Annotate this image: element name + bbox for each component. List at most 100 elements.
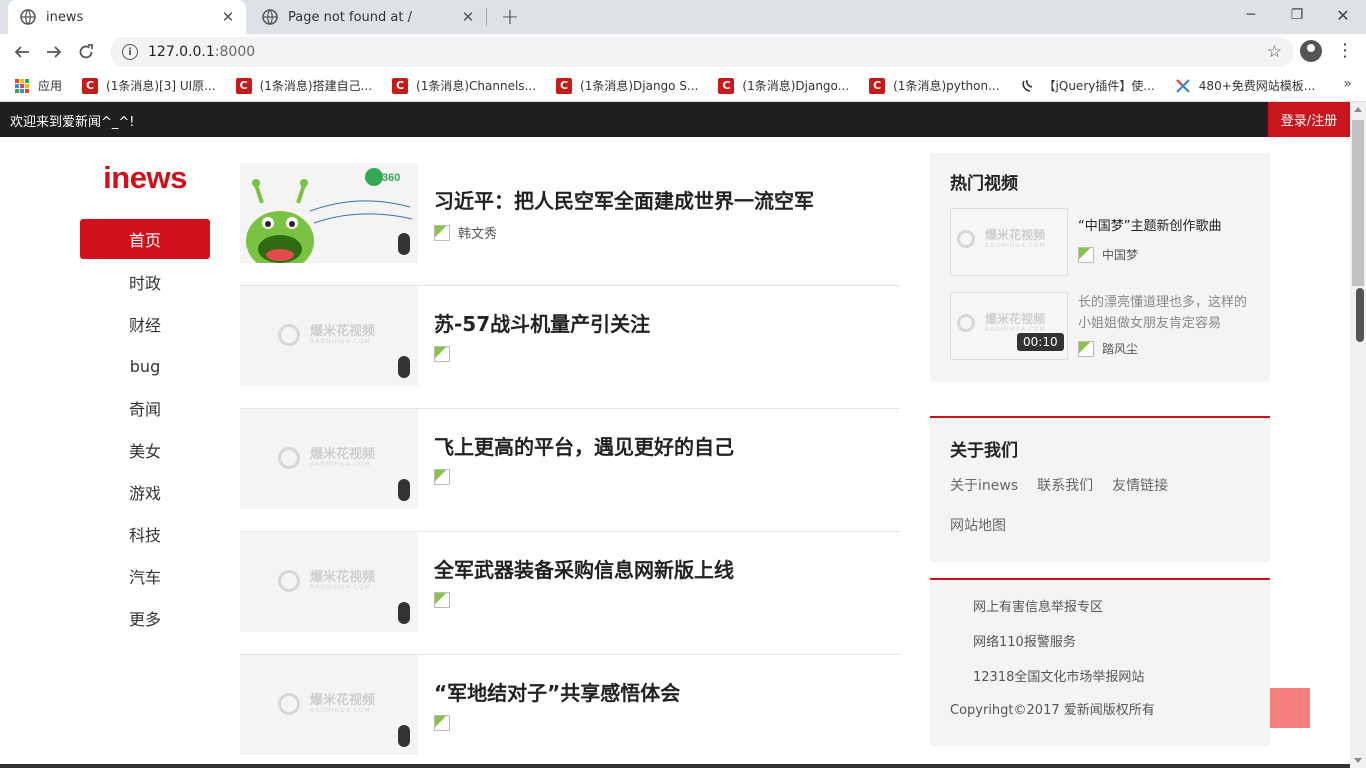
about-panel: 关于我们 关于inews 联系我们 友情链接 网站地图	[930, 416, 1270, 562]
csdn-icon: C	[235, 77, 252, 94]
nav-item-bug[interactable]: bug	[80, 345, 210, 387]
author-avatar	[434, 224, 450, 241]
news-title[interactable]: 苏-57战斗机量产引关注	[434, 308, 650, 337]
news-item[interactable]: 爆米花视频 BAOMIHUA.COM “军地结对子”共享感悟体会	[240, 655, 900, 778]
nav-item-more[interactable]: 更多	[80, 597, 210, 639]
sitemap-link[interactable]: 网站地图	[950, 515, 1250, 535]
panel-spacer	[930, 382, 1270, 416]
forward-arrow-icon[interactable]	[40, 38, 68, 66]
video-title[interactable]: “中国梦”主题新创作歌曲	[1078, 216, 1250, 237]
template-icon	[1175, 78, 1191, 94]
news-thumbnail[interactable]: 爆米花视频 BAOMIHUA.COM	[240, 655, 418, 755]
scroll-down-icon[interactable]	[1354, 758, 1362, 763]
site-info-icon[interactable]: i	[122, 44, 138, 60]
video-title[interactable]: 长的漂亮懂道理也多，这样的小姐姐做女朋友肯定容易	[1078, 292, 1250, 334]
bookmark-star-icon[interactable]: ☆	[1267, 42, 1282, 62]
bookmark-item[interactable]: C (1条消息)python...	[863, 73, 1005, 99]
video-badge	[398, 602, 410, 624]
author-avatar	[434, 469, 450, 485]
nav-item-beauty[interactable]: 美女	[80, 429, 210, 471]
bookmark-item[interactable]: C (1条消息)[3] UI原...	[76, 73, 222, 99]
news-thumbnail[interactable]: 爆米花视频 BAOMIHUA.COM	[240, 409, 418, 509]
csdn-icon: C	[869, 77, 886, 94]
news-title[interactable]: “军地结对子”共享感悟体会	[434, 677, 680, 706]
tab-inews[interactable]: inews ✕	[8, 0, 246, 34]
nav-item-auto[interactable]: 汽车	[80, 555, 210, 597]
site-top-bar: 欢迎来到爱新闻^_^! 登录/注册	[0, 102, 1350, 137]
nav-item-oddities[interactable]: 奇闻	[80, 387, 210, 429]
close-tab-icon[interactable]: ✕	[458, 7, 478, 27]
url-text: 127.0.0.1:8000	[148, 44, 256, 60]
video-duration: 00:10	[1017, 333, 1064, 351]
page-scrollbar[interactable]	[1350, 102, 1366, 768]
site-logo[interactable]: inews	[80, 160, 210, 196]
hot-videos-panel: 热门视频 爆米花视频 BAOMIHUA.COM “中国梦”主题新创作歌曲 中国梦 …	[930, 153, 1270, 382]
report-link[interactable]: 网上有害信息举报专区	[973, 596, 1250, 615]
tab-page-not-found[interactable]: Page not found at / ✕	[250, 0, 486, 34]
globe-icon	[20, 9, 36, 25]
friend-links-link[interactable]: 友情链接	[1112, 475, 1168, 495]
contact-link[interactable]: 联系我们	[1037, 475, 1093, 495]
author-name: 踏风尘	[1102, 342, 1139, 356]
bookmark-item[interactable]: C (1条消息)Django...	[712, 73, 855, 99]
jquery-icon	[1020, 78, 1036, 94]
bookmark-label: (1条消息)Django...	[742, 79, 850, 93]
back-to-top-button[interactable]	[1270, 688, 1310, 728]
bookmark-label: (1条消息)Channels...	[416, 79, 537, 93]
news-title[interactable]: 飞上更高的平台，遇见更好的自己	[434, 431, 734, 460]
tab-separator	[486, 8, 487, 26]
browser-menu-icon[interactable]: ⋮	[1336, 38, 1354, 64]
news-thumbnail[interactable]: 爆米花视频 BAOMIHUA.COM	[240, 286, 418, 386]
bookmark-label: 480+免费网站模板...	[1198, 79, 1316, 93]
sidebar-right: 热门视频 爆米花视频 BAOMIHUA.COM “中国梦”主题新创作歌曲 中国梦 …	[930, 153, 1270, 746]
scroll-indicator	[1356, 288, 1364, 342]
news-thumbnail[interactable]: 爆米花视频 BAOMIHUA.COM	[240, 532, 418, 632]
scrollbar-thumb[interactable]	[1352, 120, 1364, 286]
report-link[interactable]: 网络110报警服务	[973, 631, 1250, 650]
restore-icon[interactable]: ❐	[1274, 0, 1320, 30]
bookmark-apps[interactable]: 应用	[8, 73, 68, 99]
address-bar[interactable]: i 127.0.0.1:8000 ☆	[110, 37, 1294, 67]
news-title[interactable]: 全军武器装备采购信息网新版上线	[434, 554, 734, 583]
browser-toolbar: i 127.0.0.1:8000 ☆	[0, 34, 1366, 70]
bookmarks-overflow-button[interactable]: »	[1343, 76, 1352, 92]
nav-item-finance[interactable]: 财经	[80, 303, 210, 345]
bookmark-item[interactable]: C (1条消息)Channels...	[386, 73, 542, 99]
bookmark-item[interactable]: C (1条消息)搭建自己...	[230, 73, 378, 99]
placeholder-logo: 爆米花视频 BAOMIHUA.COM	[957, 313, 1046, 333]
close-tab-icon[interactable]: ✕	[218, 7, 238, 27]
news-item[interactable]: 爆米花视频 BAOMIHUA.COM 飞上更高的平台，遇见更好的自己	[240, 409, 900, 532]
nav-item-games[interactable]: 游戏	[80, 471, 210, 513]
news-title[interactable]: 习近平：把人民空军全面建成世界一流空军	[434, 185, 814, 214]
news-item[interactable]: 360 习近平：把人民空军全面建成世界一流空军 韩文秀	[240, 163, 900, 286]
video-thumbnail[interactable]: 爆米花视频 BAOMIHUA.COM 00:10	[950, 292, 1068, 360]
scroll-up-icon[interactable]	[1354, 107, 1362, 112]
welcome-text: 欢迎来到爱新闻^_^!	[10, 115, 135, 130]
bookmark-item[interactable]: 480+免费网站模板...	[1169, 73, 1321, 99]
close-window-icon[interactable]: ✕	[1320, 0, 1366, 30]
nav-item-politics[interactable]: 时政	[80, 261, 210, 303]
nav-item-home[interactable]: 首页	[80, 219, 210, 259]
video-thumbnail[interactable]: 爆米花视频 BAOMIHUA.COM	[950, 208, 1068, 276]
globe-icon	[262, 9, 278, 25]
video-item[interactable]: 爆米花视频 BAOMIHUA.COM “中国梦”主题新创作歌曲 中国梦	[950, 208, 1250, 292]
new-tab-button[interactable]: +	[498, 5, 522, 30]
reload-icon[interactable]	[72, 38, 100, 66]
csdn-icon: C	[392, 77, 409, 94]
report-link[interactable]: 12318全国文化市场举报网站	[973, 666, 1250, 685]
author-avatar	[434, 346, 450, 362]
profile-avatar-icon[interactable]	[1300, 40, 1322, 62]
bookmark-item[interactable]: C (1条消息)Django S...	[550, 73, 704, 99]
bookmark-item[interactable]: 【jQuery插件】使...	[1014, 73, 1161, 99]
hot-videos-heading: 热门视频	[950, 174, 1018, 194]
news-thumbnail[interactable]: 360	[240, 163, 418, 263]
about-link[interactable]: 关于inews	[950, 475, 1018, 495]
login-register-button[interactable]: 登录/注册	[1268, 102, 1350, 137]
news-item[interactable]: 爆米花视频 BAOMIHUA.COM 全军武器装备采购信息网新版上线	[240, 532, 900, 655]
minimize-icon[interactable]: ─	[1228, 0, 1274, 30]
video-item[interactable]: 爆米花视频 BAOMIHUA.COM 00:10 长的漂亮懂道理也多，这样的小姐姐…	[950, 292, 1250, 376]
nav-item-tech[interactable]: 科技	[80, 513, 210, 555]
news-item[interactable]: 爆米花视频 BAOMIHUA.COM 苏-57战斗机量产引关注	[240, 286, 900, 409]
bottom-edge	[0, 764, 1350, 768]
back-arrow-icon[interactable]	[8, 38, 36, 66]
